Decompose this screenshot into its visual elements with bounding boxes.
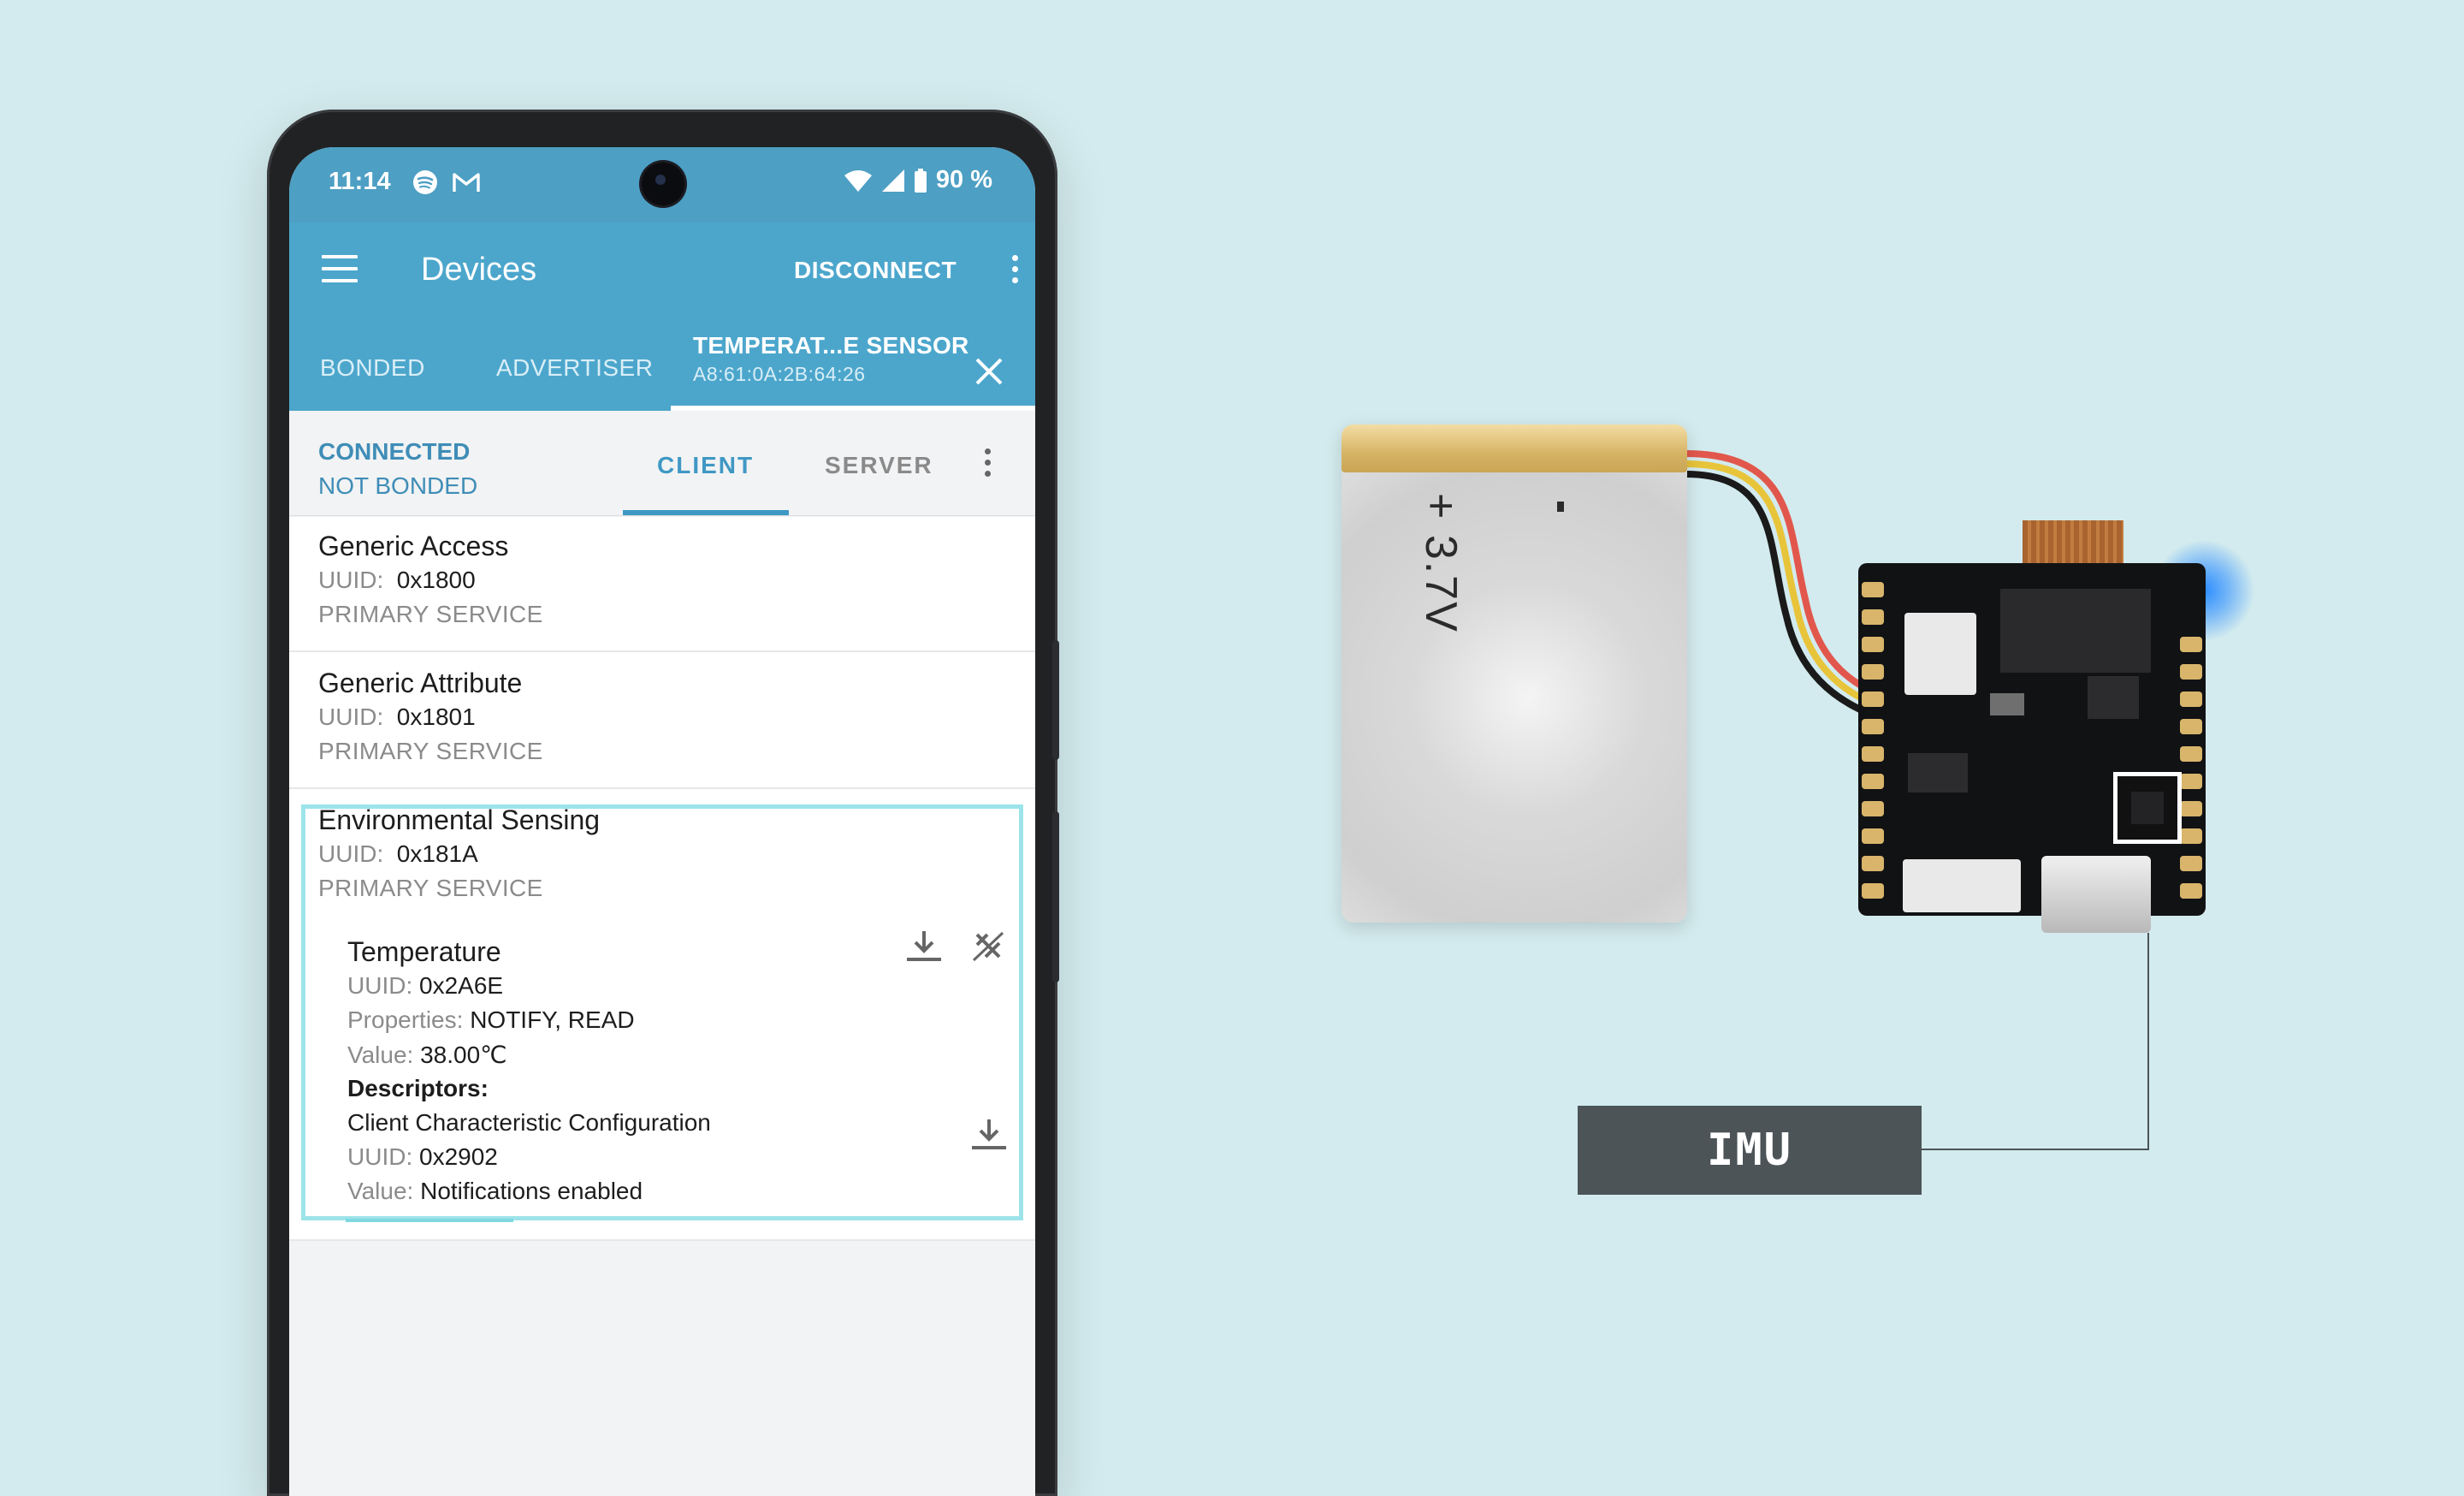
battery-cap bbox=[1342, 424, 1687, 472]
wifi-icon bbox=[844, 169, 872, 192]
smd-chip bbox=[2088, 676, 2139, 719]
jst-connector bbox=[1903, 859, 2021, 912]
lipo-battery: + 3.7V bbox=[1342, 424, 1687, 923]
spotify-icon bbox=[413, 170, 437, 194]
status-time: 11:14 bbox=[329, 168, 391, 195]
battery-minus-label bbox=[1557, 502, 1564, 512]
imu-chip bbox=[2113, 772, 2182, 844]
phone-screen: 11:14 90 % Devices DISCONNECT BONDED ADV… bbox=[289, 147, 1035, 1496]
service-item[interactable]: Generic Attribute UUID: 0x1801 PRIMARY S… bbox=[289, 652, 1035, 789]
subtab-indicator bbox=[623, 510, 789, 515]
service-uuid: UUID: 0x1801 bbox=[318, 703, 476, 730]
close-icon[interactable] bbox=[974, 356, 1004, 387]
disconnect-button[interactable]: DISCONNECT bbox=[794, 257, 957, 284]
tab-temperature-sensor-address: A8:61:0A:2B:64:26 bbox=[693, 363, 866, 385]
volume-button bbox=[1052, 811, 1059, 982]
service-type: PRIMARY SERVICE bbox=[318, 738, 543, 764]
signal-icon bbox=[881, 169, 904, 192]
phone-mockup: 11:14 90 % Devices DISCONNECT BONDED ADV… bbox=[267, 110, 1059, 1496]
tab-advertiser[interactable]: ADVERTISER bbox=[496, 354, 653, 382]
tab-client[interactable]: CLIENT bbox=[657, 452, 754, 479]
imu-leader-line bbox=[2147, 933, 2149, 1150]
app-bar: Devices DISCONNECT bbox=[289, 223, 1035, 318]
service-item[interactable]: Generic Access UUID: 0x1800 PRIMARY SERV… bbox=[289, 517, 1035, 652]
service-type: PRIMARY SERVICE bbox=[318, 601, 543, 627]
camera-module bbox=[2000, 589, 2151, 673]
tab-bonded[interactable]: BONDED bbox=[320, 354, 425, 382]
value-highlight-underline bbox=[346, 1219, 513, 1222]
service-uuid: UUID: 0x1800 bbox=[318, 567, 476, 593]
app-title: Devices bbox=[421, 252, 537, 288]
power-button bbox=[1052, 640, 1059, 760]
usb-connector bbox=[2041, 856, 2151, 933]
connection-bar: CONNECTED NOT BONDED CLIENT SERVER bbox=[289, 411, 1035, 516]
battery-connector bbox=[1904, 613, 1976, 695]
service-name: Generic Access bbox=[318, 531, 509, 561]
imu-label: IMU bbox=[1578, 1106, 1922, 1195]
more-vert-icon[interactable] bbox=[984, 448, 991, 481]
bond-state: NOT BONDED bbox=[318, 472, 478, 499]
imu-leader-line-horizontal bbox=[1922, 1149, 2149, 1150]
tab-temperature-sensor-label: TEMPERAT...E SENSOR bbox=[693, 332, 969, 359]
services-list: Generic Access UUID: 0x1800 PRIMARY SERV… bbox=[289, 517, 1035, 1496]
tab-server[interactable]: SERVER bbox=[825, 452, 933, 479]
battery-icon bbox=[914, 168, 927, 193]
battery-voltage-label: + 3.7V bbox=[1416, 493, 1466, 633]
smd-chip bbox=[1908, 753, 1968, 793]
smd-component bbox=[1990, 693, 2024, 715]
more-vert-icon[interactable] bbox=[1011, 255, 1018, 288]
front-camera bbox=[642, 163, 684, 205]
service-name: Generic Attribute bbox=[318, 668, 523, 698]
status-bar: 11:14 90 % bbox=[289, 147, 1035, 223]
highlight-frame bbox=[301, 804, 1023, 1220]
battery-percent: 90 % bbox=[935, 166, 992, 193]
menu-icon[interactable] bbox=[322, 255, 358, 284]
tab-temperature-sensor[interactable]: TEMPERAT...E SENSOR A8:61:0A:2B:64:26 bbox=[693, 332, 969, 386]
status-indicators: 90 % bbox=[844, 166, 992, 194]
gmail-icon bbox=[453, 173, 480, 192]
connection-state: CONNECTED bbox=[318, 438, 471, 465]
device-tabs: BONDED ADVERTISER TEMPERAT...E SENSOR A8… bbox=[289, 318, 1035, 411]
